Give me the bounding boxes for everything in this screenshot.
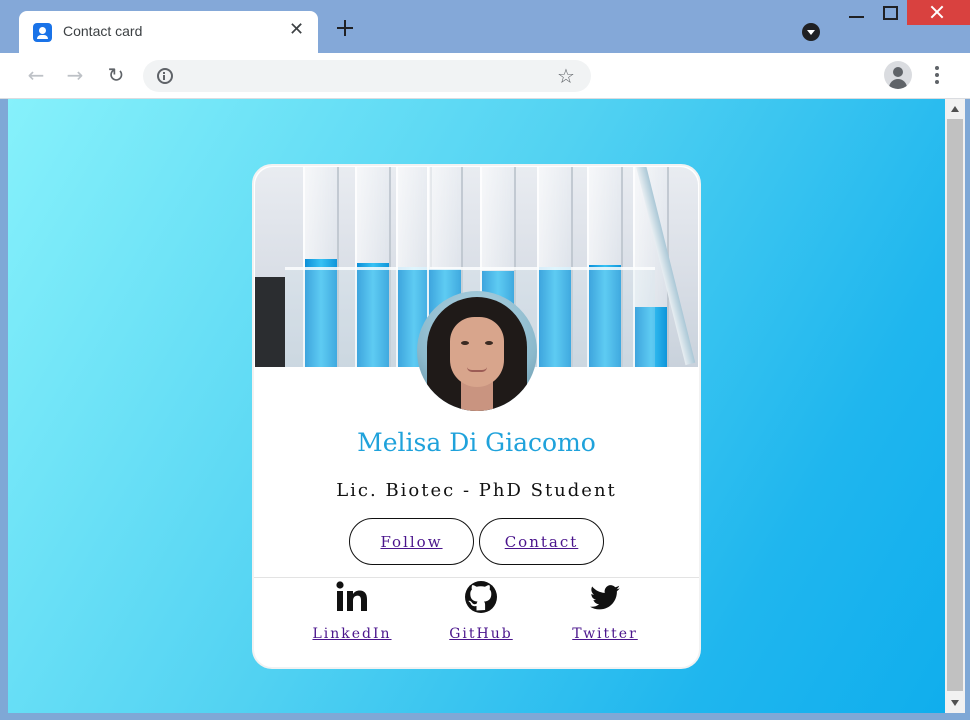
new-tab-icon[interactable] [334, 17, 356, 39]
bookmark-star-icon[interactable]: ☆ [557, 63, 575, 89]
page-scrollbar[interactable] [945, 99, 965, 713]
browser-tab[interactable]: Contact card ✕ [19, 11, 318, 53]
social-linkedin[interactable]: LinkedIn [302, 580, 402, 642]
tab-title: Contact card [63, 23, 143, 39]
browser-menu-icon[interactable] [935, 66, 939, 86]
maximize-icon[interactable] [883, 6, 898, 20]
person-role: Lic. Biotec - PhD Student [336, 480, 617, 501]
profile-avatar-icon[interactable] [884, 61, 912, 89]
linkedin-icon [336, 581, 367, 611]
browser-toolbar: ← → ↻ ☆ [0, 53, 970, 99]
twitter-icon [590, 585, 620, 610]
linkedin-link[interactable]: LinkedIn [302, 626, 402, 642]
twitter-link[interactable]: Twitter [555, 626, 655, 642]
profile-photo [417, 291, 537, 411]
contact-button[interactable]: Contact [479, 518, 604, 565]
github-icon [465, 581, 497, 613]
forward-arrow-icon[interactable]: → [63, 63, 87, 87]
tab-close-icon[interactable]: ✕ [289, 20, 304, 40]
window-frame-bottom [0, 713, 970, 720]
title-bar: Contact card ✕ [0, 0, 970, 53]
address-bar[interactable]: ☆ [143, 60, 591, 92]
site-info-icon[interactable] [157, 68, 173, 84]
divider [254, 577, 699, 578]
social-twitter[interactable]: Twitter [555, 580, 655, 642]
github-link[interactable]: GitHub [431, 626, 531, 642]
close-window-icon[interactable] [907, 0, 970, 25]
scroll-thumb[interactable] [947, 119, 963, 691]
minimize-icon[interactable] [849, 16, 864, 18]
window-frame-right [965, 99, 970, 720]
tab-search-icon[interactable] [802, 23, 820, 41]
contact-card: Melisa Di Giacomo Lic. Biotec - PhD Stud… [252, 164, 701, 669]
scroll-up-arrow-icon[interactable] [951, 106, 959, 112]
person-name: Melisa Di Giacomo [357, 428, 596, 457]
reload-icon[interactable]: ↻ [104, 63, 128, 87]
scroll-down-arrow-icon[interactable] [951, 700, 959, 706]
back-arrow-icon[interactable]: ← [24, 63, 48, 87]
contact-card-favicon-icon [33, 23, 52, 42]
page-viewport: Melisa Di Giacomo Lic. Biotec - PhD Stud… [8, 99, 945, 713]
social-github[interactable]: GitHub [431, 580, 531, 642]
follow-button[interactable]: Follow [349, 518, 474, 565]
